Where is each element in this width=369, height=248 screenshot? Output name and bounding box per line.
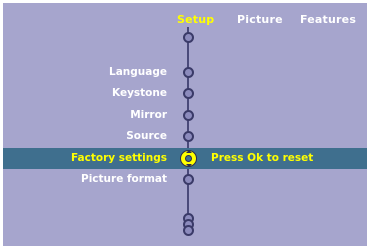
circle-node-icon [183,110,194,121]
menu-item-picture-format[interactable]: Picture format [81,173,167,186]
circle-node-icon [183,88,194,99]
tab-features[interactable]: Features [300,13,356,26]
circle-node-icon [183,131,194,142]
menu-item-keystone[interactable]: Keystone [112,87,167,100]
menu-rail [187,27,189,223]
scroll-more-icon [183,225,194,236]
up-down-selector-icon[interactable] [180,150,197,167]
circle-node-icon [183,67,194,78]
menu-item-factory-settings[interactable]: Factory settings [71,152,167,165]
tab-setup[interactable]: Setup [177,13,214,26]
circle-node-icon [183,174,194,185]
menu-item-source[interactable]: Source [126,130,167,143]
circle-node-icon [183,32,194,43]
action-hint: Press Ok to reset [211,152,314,164]
osd-menu-screen: Setup Picture Features Language Keystone… [3,3,367,246]
tab-picture[interactable]: Picture [237,13,283,26]
menu-item-language[interactable]: Language [109,66,167,79]
menu-item-mirror[interactable]: Mirror [130,109,167,122]
